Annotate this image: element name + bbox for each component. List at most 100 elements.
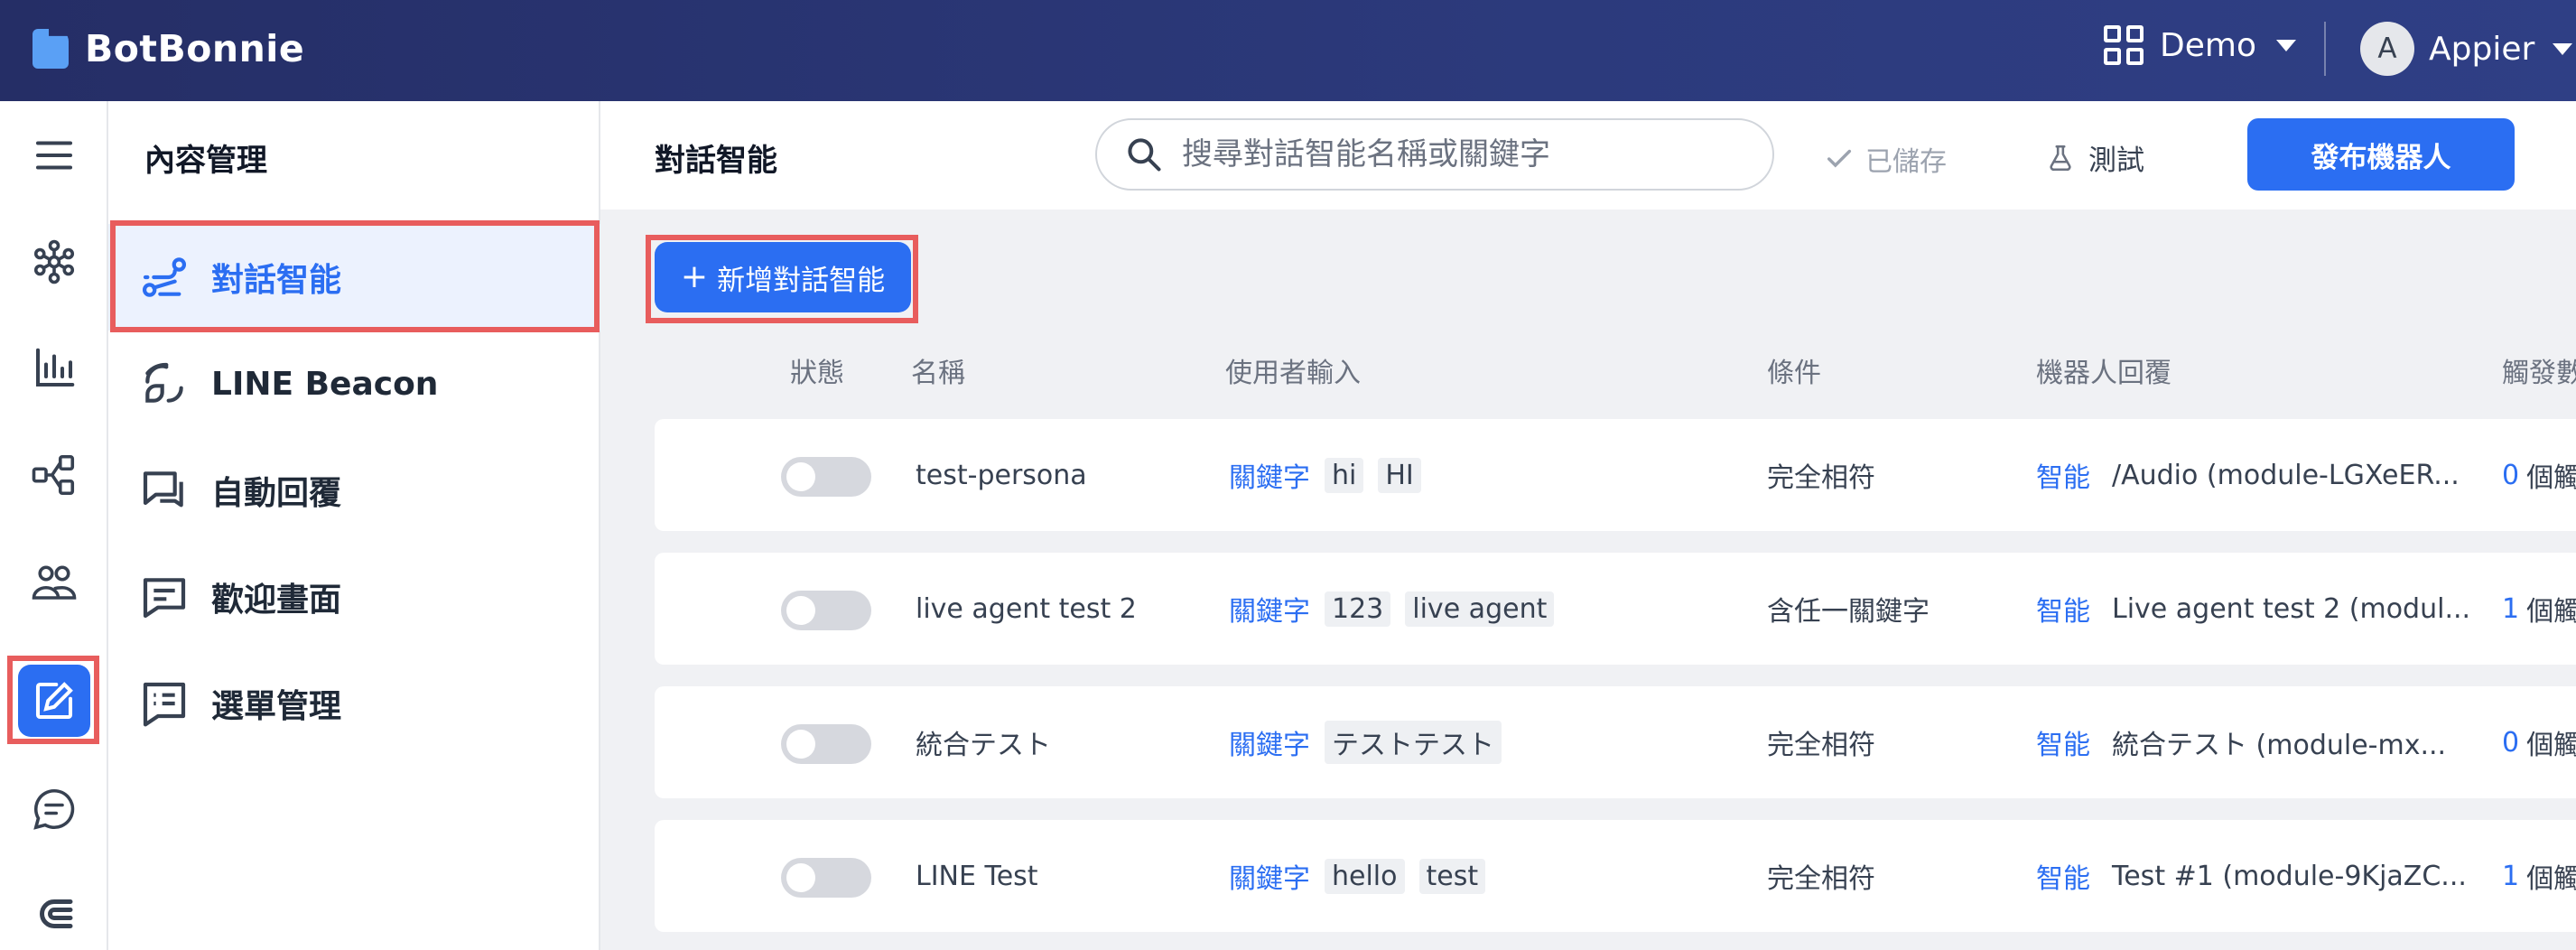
status-toggle[interactable] bbox=[781, 858, 871, 898]
row-reply: 智能 /Audio (module-LGXeER... bbox=[2036, 419, 2460, 531]
welcome-icon bbox=[143, 578, 186, 619]
auto-reply-icon bbox=[143, 471, 183, 508]
test-label: 測試 bbox=[2088, 144, 2144, 177]
row-reply: 智能 Live agent test 2 (modul... bbox=[2036, 553, 2470, 665]
menu-icon[interactable] bbox=[18, 119, 90, 191]
magnet-icon[interactable] bbox=[18, 878, 90, 950]
logo-icon bbox=[33, 29, 69, 69]
keyword-label: 關鍵字 bbox=[1229, 863, 1310, 895]
saved-label: 已儲存 bbox=[1865, 146, 1947, 178]
trigger-unit: 個觸 bbox=[2526, 863, 2576, 895]
sidebar-item-label: LINE Beacon bbox=[211, 365, 439, 403]
main-header: 對話智能 已儲存 測試 發布機器人 bbox=[600, 101, 2576, 210]
col-condition: 條件 bbox=[1767, 358, 1821, 389]
menu-manage-icon bbox=[143, 682, 186, 727]
trigger-count: 0 bbox=[2502, 459, 2520, 491]
row-trigger: 1 個觸 bbox=[2502, 553, 2576, 665]
keyword-tag: hi bbox=[1325, 457, 1364, 493]
divider bbox=[2324, 22, 2326, 76]
publish-button[interactable]: 發布機器人 bbox=[2247, 118, 2515, 191]
row-name: test-persona bbox=[916, 459, 1087, 491]
sidebar-item-label: 選單管理 bbox=[211, 688, 342, 725]
page-title: 對話智能 bbox=[655, 143, 777, 179]
workspace-switcher[interactable]: Demo bbox=[2104, 25, 2296, 65]
row-reply: 智能 統合テスト (module-mx... bbox=[2036, 686, 2446, 798]
chevron-down-icon bbox=[2275, 39, 2296, 51]
network-icon[interactable] bbox=[18, 226, 90, 298]
table-row[interactable]: test-persona 關鍵字 hi HI 完全相符 智能 /Audio (m… bbox=[655, 419, 2576, 531]
brand-logo[interactable]: BotBonnie bbox=[33, 27, 304, 70]
table-row[interactable]: live agent test 2 關鍵字 123 live agent 含任一… bbox=[655, 553, 2576, 665]
brand-name: BotBonnie bbox=[85, 27, 305, 70]
user-menu[interactable]: A Appier bbox=[2360, 22, 2573, 76]
sidebar-item-line-beacon[interactable]: LINE Beacon bbox=[108, 331, 600, 437]
icon-rail bbox=[0, 101, 108, 950]
avatar: A bbox=[2360, 22, 2414, 76]
plus-icon: + bbox=[680, 258, 709, 295]
sidebar-item-dialog-intelligence[interactable]: 對話智能 bbox=[108, 224, 600, 331]
chat-icon[interactable] bbox=[18, 773, 90, 845]
trigger-unit: 個觸 bbox=[2526, 462, 2576, 494]
beacon-icon bbox=[145, 362, 183, 403]
status-toggle[interactable] bbox=[781, 457, 871, 497]
sidebar-item-label: 對話智能 bbox=[211, 262, 342, 299]
add-label: 新增對話智能 bbox=[717, 264, 886, 297]
row-condition: 含任一關鍵字 bbox=[1767, 596, 1930, 628]
sidebar-item-welcome-screen[interactable]: 歡迎畫面 bbox=[108, 544, 600, 650]
reply-text: Live agent test 2 (modul... bbox=[2112, 592, 2471, 625]
flow-route-icon bbox=[142, 257, 187, 297]
trigger-count: 1 bbox=[2502, 592, 2520, 625]
table-row[interactable]: 統合テスト 關鍵字 テストテスト 完全相符 智能 統合テスト (module-m… bbox=[655, 686, 2576, 798]
test-button[interactable]: 測試 bbox=[2045, 137, 2144, 178]
content-sidebar: 內容管理 對話智能 LINE Beacon 自動回覆 歡迎畫面 選單管理 bbox=[108, 101, 600, 950]
row-condition: 完全相符 bbox=[1767, 462, 1875, 494]
row-name: LINE Test bbox=[916, 860, 1038, 892]
reply-type: 智能 bbox=[2036, 730, 2090, 761]
keyword-tag: テストテスト bbox=[1325, 721, 1502, 764]
reply-type: 智能 bbox=[2036, 596, 2090, 628]
reply-text: 統合テスト (module-mx... bbox=[2112, 730, 2447, 761]
search-input[interactable] bbox=[1182, 136, 1760, 172]
analytics-icon[interactable] bbox=[18, 332, 90, 405]
add-dialog-intelligence-button[interactable]: + 新增對話智能 bbox=[655, 242, 911, 312]
row-condition: 完全相符 bbox=[1767, 730, 1875, 761]
row-trigger: 1 個觸 bbox=[2502, 820, 2576, 932]
table-row[interactable]: LINE Test 關鍵字 hello test 完全相符 智能 Test #1… bbox=[655, 820, 2576, 932]
search-box[interactable] bbox=[1095, 118, 1774, 191]
row-name: live agent test 2 bbox=[916, 592, 1137, 625]
row-input: 關鍵字 hi HI bbox=[1229, 419, 1421, 531]
flask-icon bbox=[2050, 144, 2071, 171]
keyword-label: 關鍵字 bbox=[1229, 462, 1310, 494]
flow-icon[interactable] bbox=[18, 439, 90, 511]
sidebar-item-menu-management[interactable]: 選單管理 bbox=[108, 650, 600, 757]
check-icon bbox=[1827, 149, 1852, 168]
users-icon[interactable] bbox=[18, 545, 90, 618]
sidebar-item-label: 歡迎畫面 bbox=[211, 582, 342, 619]
reply-type: 智能 bbox=[2036, 462, 2090, 494]
keyword-label: 關鍵字 bbox=[1229, 730, 1310, 761]
col-name: 名稱 bbox=[911, 358, 965, 389]
reply-text: /Audio (module-LGXeER... bbox=[2112, 459, 2460, 491]
grid-icon bbox=[2104, 25, 2144, 65]
status-toggle[interactable] bbox=[781, 591, 871, 630]
chevron-down-icon bbox=[2553, 42, 2573, 55]
reply-type: 智能 bbox=[2036, 863, 2090, 895]
row-trigger: 0 個觸 bbox=[2502, 419, 2576, 531]
row-condition: 完全相符 bbox=[1767, 863, 1875, 895]
saved-status: 已儲存 bbox=[1824, 139, 1947, 179]
row-name: 統合テスト bbox=[916, 730, 1051, 761]
status-toggle[interactable] bbox=[781, 724, 871, 764]
content-icon[interactable] bbox=[18, 665, 90, 737]
row-trigger: 0 個觸 bbox=[2502, 686, 2576, 798]
trigger-unit: 個觸 bbox=[2526, 596, 2576, 628]
sidebar-title: 內容管理 bbox=[144, 143, 267, 179]
user-name: Appier bbox=[2429, 30, 2535, 68]
keyword-label: 關鍵字 bbox=[1229, 596, 1310, 628]
sidebar-item-auto-reply[interactable]: 自動回覆 bbox=[108, 437, 600, 544]
keyword-tag: live agent bbox=[1405, 591, 1555, 627]
trigger-unit: 個觸 bbox=[2526, 730, 2576, 761]
col-bot-reply: 機器人回覆 bbox=[2036, 358, 2171, 389]
keyword-tag: hello bbox=[1325, 858, 1405, 894]
col-trigger: 觸發數 bbox=[2502, 358, 2576, 389]
col-status: 狀態 bbox=[790, 358, 844, 389]
